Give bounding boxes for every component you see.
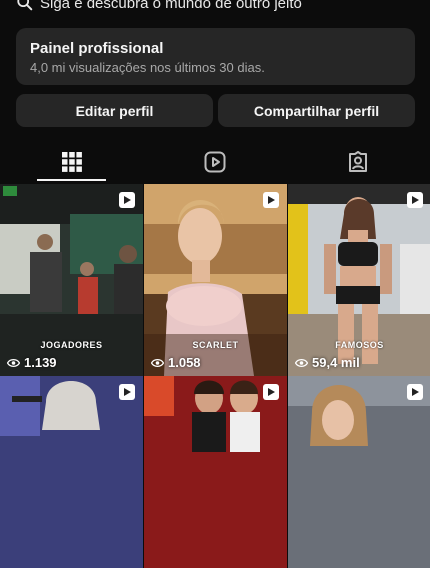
reel-icon	[407, 384, 423, 400]
grid-icon	[61, 152, 82, 172]
search-hint-text: Siga e descubra o mundo de outro jeito	[40, 0, 302, 12]
reel-icon	[263, 384, 279, 400]
eye-icon	[151, 358, 164, 367]
view-count-value: 1.058	[168, 355, 201, 370]
post-tile[interactable]	[144, 376, 287, 568]
reels-icon	[204, 151, 225, 173]
post-tile[interactable]: SCARLET 1.058	[144, 184, 287, 376]
eye-icon	[295, 358, 308, 367]
post-thumbnail	[144, 376, 287, 568]
post-thumbnail	[288, 376, 430, 568]
reel-icon	[407, 192, 423, 208]
dashboard-title: Painel profissional	[30, 40, 164, 57]
search-hint-row[interactable]: Siga e descubra o mundo de outro jeito	[0, 0, 430, 14]
post-tile[interactable]: JOGADORES 1.139	[0, 184, 143, 376]
tab-reels[interactable]	[143, 140, 286, 184]
post-thumbnail	[0, 376, 143, 568]
profile-tabs	[0, 140, 430, 184]
reel-icon	[263, 192, 279, 208]
post-caption: FAMOSOS	[335, 340, 384, 350]
view-count-value: 59,4 mil	[312, 355, 360, 370]
search-icon	[17, 0, 33, 11]
dashboard-subtitle: 4,0 mi visualizações nos últimos 30 dias…	[30, 60, 265, 75]
tab-grid[interactable]	[0, 140, 143, 184]
post-tile[interactable]: FAMOSOS 59,4 mil	[288, 184, 430, 376]
view-count: 59,4 mil	[295, 355, 360, 370]
post-tile[interactable]	[288, 376, 430, 568]
post-caption: SCARLET	[192, 340, 239, 350]
view-count: 1.058	[151, 355, 201, 370]
edit-profile-button[interactable]: Editar perfil	[16, 94, 213, 127]
tagged-icon	[348, 151, 367, 172]
professional-dashboard[interactable]: Painel profissional 4,0 mi visualizações…	[16, 28, 415, 85]
reel-icon	[119, 192, 135, 208]
tab-tagged[interactable]	[286, 140, 429, 184]
view-count: 1.139	[7, 355, 57, 370]
eye-icon	[7, 358, 20, 367]
reel-icon	[119, 384, 135, 400]
view-count-value: 1.139	[24, 355, 57, 370]
post-caption: JOGADORES	[40, 340, 103, 350]
share-profile-button[interactable]: Compartilhar perfil	[218, 94, 415, 127]
post-tile[interactable]	[0, 376, 143, 568]
